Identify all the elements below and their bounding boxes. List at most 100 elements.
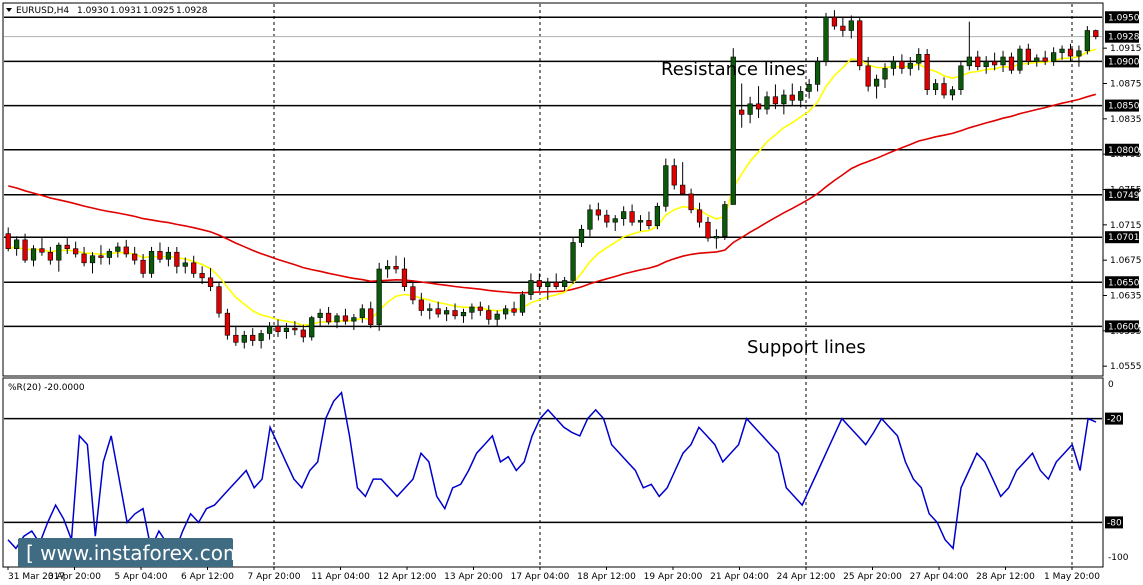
candle-body	[283, 327, 290, 333]
candle-body	[1034, 57, 1040, 62]
price-tick-label: 1.0915	[1110, 44, 1142, 54]
candle-body	[798, 91, 804, 101]
candle-body	[250, 334, 256, 341]
candle	[519, 291, 526, 316]
candle-body	[949, 89, 956, 96]
candle-body	[73, 248, 79, 255]
candle-body	[587, 209, 593, 230]
candle	[654, 202, 661, 230]
candle-body	[806, 84, 812, 92]
candle-body	[317, 312, 323, 318]
candle-body	[494, 313, 500, 320]
candle-body	[22, 239, 28, 261]
instaforex-watermark: [ www.instaforex.com ]	[18, 538, 257, 567]
candle-body	[814, 61, 821, 85]
candle-body	[309, 317, 315, 338]
candle-body	[713, 236, 720, 239]
candle-body	[435, 308, 441, 315]
level-label: 1.0600	[1108, 322, 1140, 332]
level-label: 1.0749	[1108, 191, 1140, 201]
time-tick-label: 1 May 20:00	[1044, 572, 1100, 582]
candle-body	[637, 220, 644, 223]
candle-body	[916, 54, 922, 64]
price-tick-label: 1.0715	[1110, 221, 1142, 231]
candle-body	[705, 221, 711, 239]
candle-body	[722, 204, 728, 237]
candle	[722, 200, 728, 240]
candle-body	[932, 83, 939, 90]
level-label: 1.0701	[1108, 233, 1140, 243]
price-chart: 1.09151.08751.08351.07951.07551.07151.06…	[0, 0, 1143, 585]
candle-body	[503, 308, 509, 315]
candle-body	[266, 326, 273, 334]
candle-body	[511, 308, 517, 313]
candle-body	[5, 233, 11, 249]
candle-body	[486, 310, 492, 320]
candle-body	[621, 211, 627, 219]
candle-body	[604, 214, 610, 223]
candle-body	[351, 317, 357, 322]
time-tick-label: 11 Apr 04:00	[311, 572, 370, 582]
candle	[376, 262, 382, 331]
candle-body	[140, 259, 146, 274]
candle-body	[275, 326, 281, 333]
candle-body	[1059, 48, 1065, 53]
time-tick-label: 7 Apr 20:00	[248, 572, 301, 582]
candle-body	[789, 94, 795, 101]
williams-r-label: %R(20) -20.0000	[8, 383, 85, 393]
price-tick-label: 1.0875	[1110, 80, 1142, 90]
candle-body	[1000, 56, 1006, 66]
candle-body	[207, 277, 214, 287]
candle-body	[359, 308, 365, 318]
candle-body	[233, 334, 239, 343]
candle	[958, 61, 964, 95]
candle-body	[545, 281, 551, 287]
candle-body	[376, 268, 382, 325]
candle-body	[772, 96, 779, 105]
candle-body	[1017, 48, 1023, 71]
candle-body	[1051, 52, 1057, 62]
candle	[570, 238, 576, 285]
candle-body	[342, 315, 349, 322]
candle-body	[848, 20, 854, 31]
candle-body	[696, 209, 703, 223]
candle-body	[182, 262, 188, 267]
candle-body	[680, 184, 686, 195]
candle-body	[671, 165, 677, 186]
candle-body	[384, 266, 391, 270]
candle-body	[562, 280, 568, 287]
candle-body	[924, 54, 930, 90]
candle-body	[98, 255, 104, 258]
candle-body	[941, 83, 947, 96]
time-tick-label: 28 Apr 12:00	[976, 572, 1035, 582]
candle-body	[191, 262, 197, 274]
candle-body	[907, 62, 913, 69]
candle-body	[966, 56, 972, 67]
candle-body	[460, 311, 467, 317]
candle-body	[148, 251, 155, 274]
candle-body	[570, 242, 576, 281]
candle-body	[452, 310, 458, 317]
ohlc-low: 1.0925	[143, 6, 175, 16]
candle-body	[47, 251, 53, 261]
candle-body	[1084, 30, 1090, 52]
candle-body	[443, 310, 450, 315]
candle	[1084, 26, 1090, 55]
level-label: 1.0800	[1108, 146, 1140, 156]
candle-body	[334, 315, 340, 323]
candle-body	[216, 286, 222, 314]
candle-body	[991, 61, 998, 66]
level-label: 1.0650	[1108, 278, 1140, 288]
time-tick-label: 6 Apr 12:00	[181, 572, 234, 582]
candle-body	[831, 16, 838, 27]
candle-body	[764, 96, 770, 110]
candle-body	[477, 306, 483, 311]
wpr-tick-label: 0	[1108, 380, 1114, 390]
time-tick-label: 19 Apr 20:00	[644, 572, 703, 582]
resistance-lines-annotation: Resistance lines	[661, 59, 806, 80]
candle	[148, 246, 155, 278]
time-tick-label: 18 Apr 12:00	[577, 572, 636, 582]
candle-body	[241, 334, 247, 343]
time-tick-label: 25 Apr 20:00	[843, 572, 902, 582]
candle-body	[300, 329, 306, 338]
